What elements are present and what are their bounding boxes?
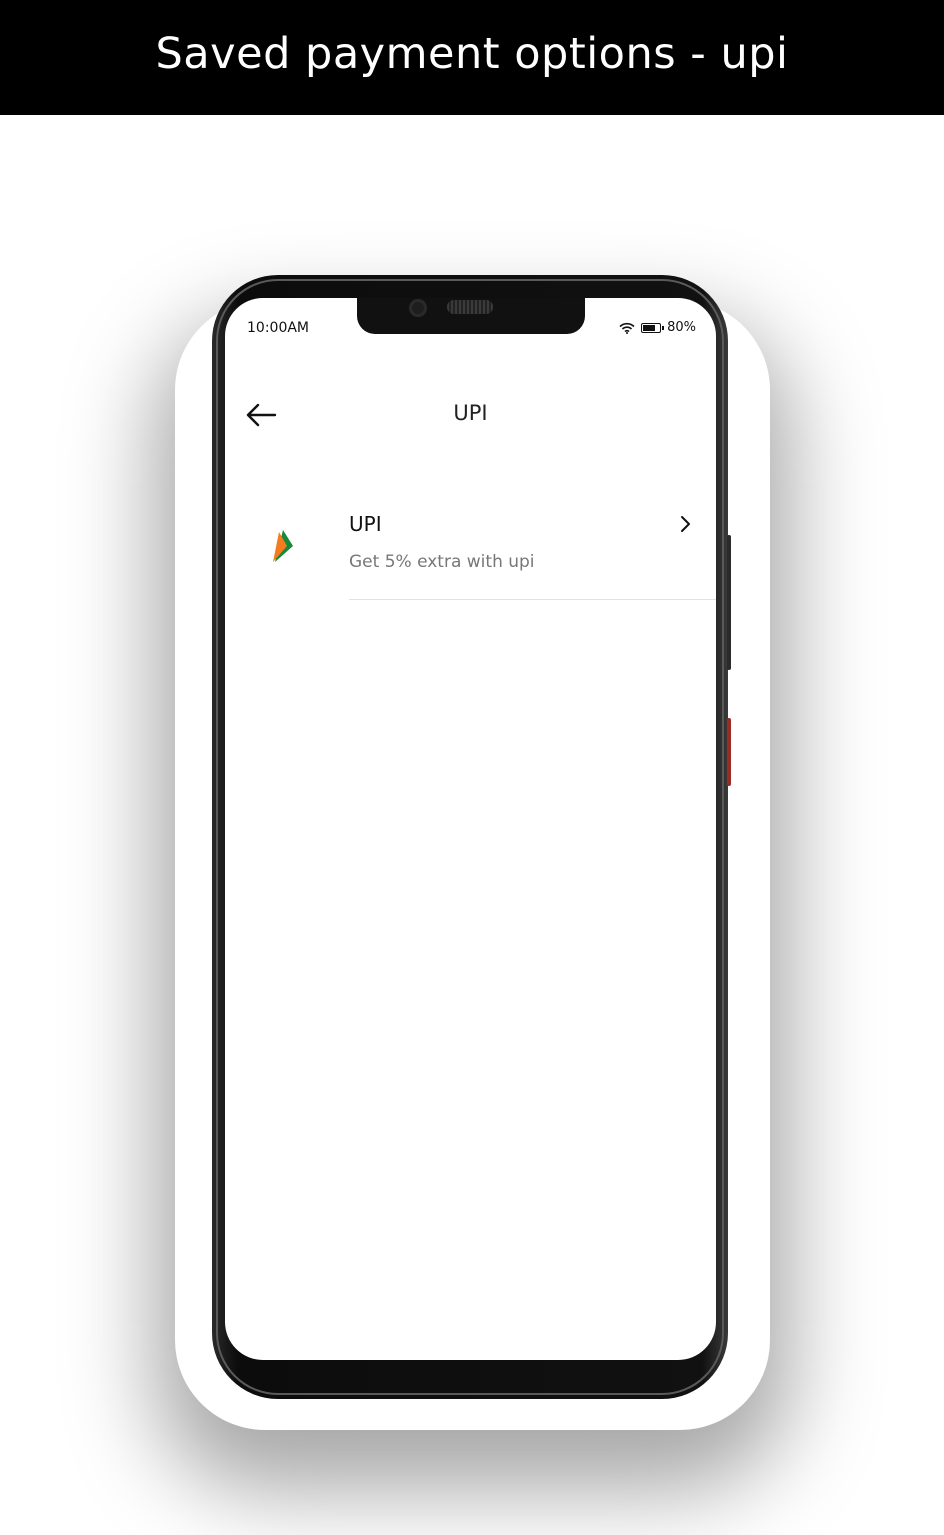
- notch: [357, 298, 585, 334]
- camera-icon: [409, 299, 427, 317]
- banner: Saved payment options - upi: [0, 0, 944, 115]
- power-button: [727, 718, 731, 786]
- upi-logo-icon: [273, 530, 293, 562]
- upi-option-row[interactable]: UPI Get 5% extra with upi: [225, 498, 716, 602]
- volume-button: [727, 535, 731, 670]
- wifi-icon: [619, 322, 635, 334]
- row-divider: [349, 599, 716, 600]
- phone-screen: 10:00AM 80% UPI UPI Get 5% extra with up…: [225, 298, 716, 1360]
- status-time: 10:00AM: [247, 320, 310, 336]
- battery-level: 80%: [667, 320, 696, 335]
- status-icons: 80%: [619, 320, 696, 335]
- page-title: UPI: [453, 401, 488, 425]
- upi-option-name: UPI: [349, 512, 382, 536]
- chevron-right-icon: [681, 516, 690, 532]
- banner-title: Saved payment options - upi: [155, 28, 789, 79]
- speaker-grille: [447, 300, 493, 314]
- battery-icon: [641, 322, 665, 333]
- upi-option-description: Get 5% extra with upi: [349, 552, 535, 572]
